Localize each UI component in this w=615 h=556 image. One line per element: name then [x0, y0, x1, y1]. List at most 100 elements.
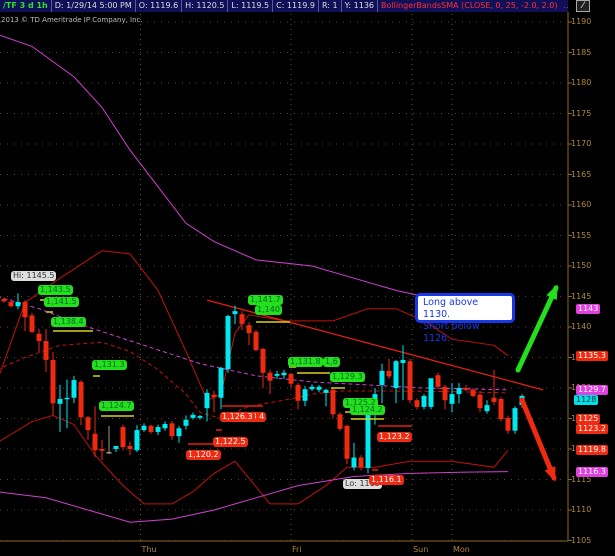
bar-high: H: 1120.5 — [182, 0, 229, 12]
red-label: 1,122.5 — [213, 437, 248, 447]
candle — [498, 398, 504, 420]
candle — [190, 414, 196, 418]
price-badge: 1128 — [574, 395, 599, 406]
candle — [15, 301, 21, 307]
price-badge: 1119.8 — [576, 445, 608, 456]
green-label: 1,131.8 — [288, 357, 323, 367]
candle — [8, 301, 14, 307]
price-badge: 1123.2 — [576, 424, 608, 435]
candle — [330, 389, 336, 415]
green-label: 1,140 — [255, 305, 282, 315]
bar-low: L: 1119.5 — [228, 0, 274, 12]
candle — [435, 375, 441, 387]
candle — [379, 370, 385, 385]
price-badge: 1116.3 — [576, 466, 608, 477]
x-tick-label: Fri — [292, 545, 302, 554]
candle — [106, 452, 112, 454]
green-up-arrow — [515, 285, 559, 373]
y-tick-label: 1185 — [571, 47, 592, 57]
candle — [484, 405, 490, 412]
candle — [407, 361, 413, 401]
green-label: 1,143.5 — [38, 285, 73, 295]
y-tick-label: 1110 — [571, 505, 592, 514]
green-label: 1,141.7 — [248, 295, 283, 305]
candle — [365, 406, 371, 468]
note-line-long: Long above 1130. — [423, 297, 479, 320]
y-tick-label: 1170 — [571, 139, 592, 148]
candle — [393, 361, 399, 388]
candle — [449, 394, 455, 404]
candle — [134, 430, 140, 451]
candle — [169, 423, 175, 437]
candle — [253, 331, 259, 351]
candle — [120, 427, 126, 448]
candle — [288, 373, 294, 384]
candle — [57, 398, 63, 404]
y-tick-label: 1145 — [571, 291, 592, 301]
bar-y: Y: 1136 — [342, 0, 378, 12]
y-tick-label: 1150 — [571, 261, 592, 270]
header-bar: /TF 3 d 1h D: 1/29/14 5:00 PM O: 1119.6 … — [0, 0, 568, 12]
candle — [78, 381, 84, 418]
chart-settings-icon[interactable]: ⁄ — [576, 0, 590, 12]
candle — [218, 367, 224, 398]
candle — [29, 315, 35, 332]
candle — [428, 378, 434, 407]
y-tick-label: 1175 — [571, 108, 592, 118]
red-label: 1,123.2 — [377, 432, 412, 442]
candle — [386, 370, 392, 377]
green-up-arrow-head — [546, 284, 558, 300]
bar-close: C: 1119.9 — [273, 0, 319, 12]
candle — [337, 414, 343, 429]
green-label: 1,124.7 — [99, 401, 134, 411]
price-badge: 1135.3 — [576, 350, 608, 361]
green-label: 1,131.3 — [92, 360, 127, 370]
y-tick-label: 1180 — [571, 78, 592, 87]
copyright: 2013 © TD Ameritrade IP Company, Inc. — [1, 16, 143, 24]
candle — [162, 423, 168, 429]
candle — [323, 389, 329, 393]
candle — [267, 372, 273, 381]
candle — [204, 392, 210, 409]
candle — [183, 419, 189, 426]
green-label: 1,138.4 — [51, 317, 86, 327]
candle — [197, 416, 203, 418]
candle — [477, 394, 483, 409]
candle — [155, 427, 161, 432]
red-down-arrow — [519, 397, 557, 481]
candle — [148, 425, 154, 432]
candle — [246, 325, 252, 334]
candle — [232, 311, 238, 315]
price-chart[interactable] — [0, 0, 615, 556]
study-label[interactable]: BollingerBandsSMA (CLOSE, 0, 25, -2.0, 2… — [378, 0, 561, 12]
green-label: 1,129.3 — [330, 372, 365, 382]
candle — [470, 389, 476, 396]
candle — [463, 388, 469, 390]
candle — [281, 372, 287, 376]
y-tick-label: 1190 — [571, 17, 592, 26]
candle — [239, 314, 245, 324]
more-studies[interactable]: ... — [561, 0, 569, 12]
candle — [260, 348, 266, 373]
lower-band-line — [0, 414, 509, 505]
candle — [176, 428, 182, 437]
ma-lower-line — [0, 471, 509, 523]
candle — [113, 445, 119, 449]
x-tick-label: Thu — [141, 545, 157, 554]
y-tick-label: 1160 — [571, 200, 592, 209]
red-label: 1,116.1 — [369, 475, 404, 485]
price-badge: 1129.7 — [576, 384, 608, 395]
symbol[interactable]: /TF 3 d 1h — [0, 0, 52, 12]
x-tick-label: Mon — [453, 545, 470, 554]
y-tick-label: 1155 — [571, 230, 592, 240]
candle — [344, 425, 350, 459]
candle — [274, 373, 280, 376]
candle — [127, 445, 133, 449]
candle — [414, 400, 420, 407]
hi-label: Hi: 1145.5 — [11, 271, 57, 281]
candle — [85, 417, 91, 431]
bar-range: R: 1 — [319, 0, 342, 12]
candle — [1, 298, 7, 302]
candle — [512, 408, 518, 431]
candle — [491, 397, 497, 403]
